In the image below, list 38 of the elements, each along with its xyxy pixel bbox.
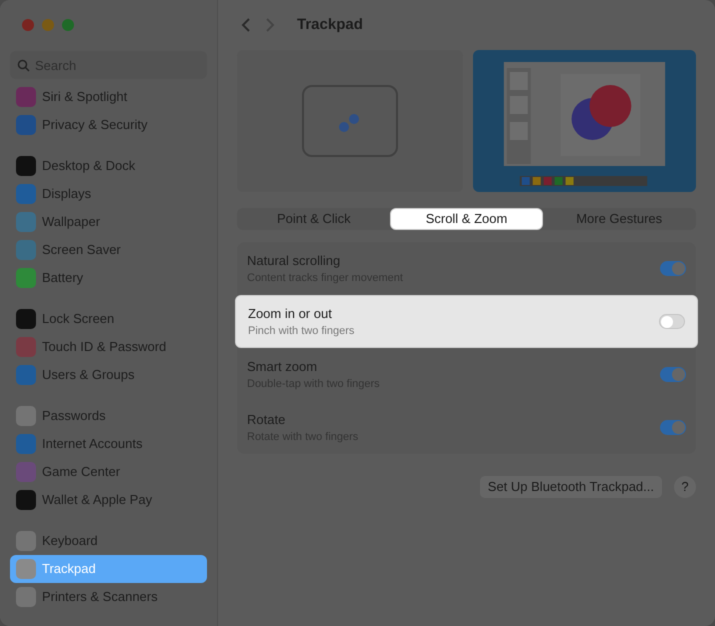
setting-label: Zoom in or out [248, 304, 333, 322]
window-title: Trackpad [297, 14, 363, 35]
sidebar-item[interactable]: Touch ID & Password [10, 333, 207, 361]
sidebar-item[interactable]: Trackpad [10, 555, 207, 583]
sidebar-item[interactable]: Displays [10, 180, 207, 208]
tab[interactable]: More Gestures [543, 209, 696, 229]
sidebar-item[interactable]: Desktop & Dock [10, 152, 207, 180]
close-button[interactable] [22, 19, 34, 31]
sidebar-item[interactable]: Wallpaper [10, 208, 207, 236]
toggle-switch[interactable] [660, 420, 686, 435]
sidebar-item[interactable]: Siri & Spotlight [10, 83, 207, 111]
sidebar-item[interactable]: Printers & Scanners [10, 583, 207, 611]
sidebar-item[interactable]: Screen Saver [10, 236, 207, 264]
zoom-button[interactable] [62, 19, 74, 31]
forward-icon[interactable] [265, 17, 275, 33]
sidebar-item[interactable]: Internet Accounts [10, 430, 207, 458]
minimize-button[interactable] [42, 19, 54, 31]
sidebar-item[interactable]: Passwords [10, 402, 207, 430]
setting-description: Pinch with two fingers [248, 324, 356, 339]
back-icon[interactable] [241, 17, 251, 33]
tab[interactable]: Point & Click [238, 209, 390, 229]
help-button[interactable]: ? [674, 476, 696, 498]
sidebar-item[interactable]: Privacy & Security [10, 111, 207, 139]
setup-trackpad-button[interactable]: Set Up Bluetooth Trackpad... [480, 476, 662, 498]
sidebar-item[interactable]: Keyboard [10, 527, 207, 555]
setting-label: Natural scrolling [247, 252, 342, 270]
setting-label: Rotate [247, 410, 286, 428]
sidebar-item[interactable]: Users & Groups [10, 361, 207, 389]
toggle-switch[interactable] [659, 314, 685, 329]
sidebar-item[interactable]: Battery [10, 264, 207, 292]
toggle-switch[interactable] [660, 367, 686, 382]
sidebar-item[interactable]: Wallet & Apple Pay [10, 486, 207, 514]
sidebar-item[interactable]: Game Center [10, 458, 207, 486]
tab[interactable]: Scroll & Zoom [390, 208, 544, 230]
toggle-switch[interactable] [660, 261, 686, 276]
search-icon [17, 59, 30, 72]
setting-label: Smart zoom [247, 358, 318, 376]
sidebar-item[interactable]: Lock Screen [10, 305, 207, 333]
